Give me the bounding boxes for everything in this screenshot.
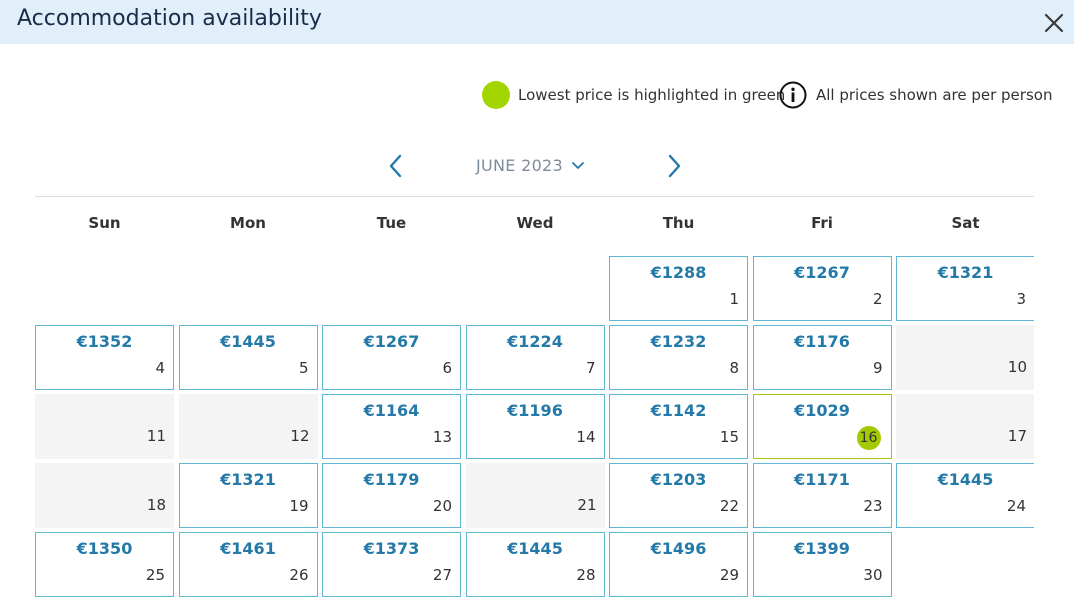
day-price: €1373 [363,539,420,558]
day-number: 7 [585,359,596,377]
close-button[interactable] [1042,11,1066,35]
day-number: 20 [432,497,452,515]
calendar-day-19[interactable]: €1321 19 [178,463,318,528]
day-price: €1196 [507,401,563,420]
calendar-day-24[interactable]: €1445 24 [896,463,1034,528]
calendar-day-4[interactable]: €1352 4 [35,325,174,390]
calendar-day-25[interactable]: €1350 25 [35,532,174,597]
day-price: €1288 [650,263,707,282]
day-number: 8 [729,359,739,377]
calendar-day-11: 11 [35,394,174,459]
calendar-day-29[interactable]: €1496 29 [609,532,748,597]
day-price: €1164 [363,401,420,420]
calendar-day-13[interactable]: €1164 13 [322,394,461,459]
day-number: 23 [863,497,883,515]
day-price: €1029 [794,401,850,420]
calendar-day-16[interactable]: €1029 16 [752,394,892,459]
day-number: 28 [576,566,596,584]
day-price: €1179 [363,470,420,489]
day-price: €1496 [650,539,707,558]
calendar-day-5[interactable]: €1445 5 [178,325,318,390]
day-price: €1267 [794,263,850,282]
calendar-day-15[interactable]: €1142 15 [609,394,748,459]
day-number: 15 [719,428,739,446]
day-number: 1 [729,290,739,308]
calendar-day-6[interactable]: €1267 6 [322,325,461,390]
day-number: 12 [290,427,310,445]
day-number: 9 [872,359,883,377]
day-price: €1445 [507,539,563,558]
calendar-day-10: 10 [896,325,1034,390]
day-price: €1321 [937,263,994,282]
close-icon [1044,13,1064,33]
calendar-day-22[interactable]: €1203 22 [609,463,748,528]
day-number: 5 [298,359,309,377]
day-number: 3 [1016,290,1026,308]
day-number: 27 [432,566,452,584]
calendar-day-26[interactable]: €1461 26 [178,532,318,597]
day-number: 6 [442,359,452,377]
day-price: €1352 [76,332,133,351]
day-price: €1461 [220,539,276,558]
day-number: 10 [1007,358,1027,376]
calendar-day-9[interactable]: €1176 9 [752,325,892,390]
calendar-day-28[interactable]: €1445 28 [465,532,605,597]
day-number: 24 [1006,497,1026,515]
calendar-day-21: 21 [465,463,605,528]
calendar-day-14[interactable]: €1196 14 [465,394,605,459]
day-number: 11 [146,427,166,445]
day-price: €1142 [650,401,707,420]
day-number: 16 [856,426,881,450]
day-number: 14 [576,428,596,446]
day-price: €1445 [220,332,276,351]
calendar-day-7[interactable]: €1224 7 [465,325,605,390]
day-number: 30 [863,566,883,584]
calendar-day-30[interactable]: €1399 30 [752,532,892,597]
calendar-day-20[interactable]: €1179 20 [322,463,461,528]
calendar-day-27[interactable]: €1373 27 [322,532,461,597]
day-number: 26 [289,566,309,584]
day-number: 25 [145,566,165,584]
day-number: 2 [872,290,883,308]
calendar-day-2[interactable]: €1267 2 [752,256,892,321]
day-price: €1171 [794,470,850,489]
day-number: 21 [577,496,597,514]
day-number: 13 [432,428,452,446]
day-number: 4 [155,359,165,377]
day-price: €1445 [937,470,994,489]
calendar-day-8[interactable]: €1232 8 [609,325,748,390]
day-number: 19 [289,497,309,515]
day-price: €1399 [794,539,850,558]
calendar-day-3[interactable]: €1321 3 [896,256,1034,321]
day-price: €1321 [220,470,276,489]
calendar-day-17: 17 [896,394,1034,459]
day-price: €1232 [650,332,707,351]
day-price: €1267 [363,332,420,351]
day-number: 18 [146,496,166,514]
calendar-grid: €1288 1 €1267 2 €1321 3 €1352 4 €1445 5 €1267 6 €122… [0,0,1034,607]
day-price: €1350 [76,539,133,558]
calendar-day-18: 18 [35,463,174,528]
day-number: 17 [1007,427,1027,445]
day-price: €1176 [794,332,850,351]
calendar-day-23[interactable]: €1171 23 [752,463,892,528]
calendar-day-1[interactable]: €1288 1 [609,256,748,321]
calendar-day-12: 12 [178,394,318,459]
day-price: €1224 [507,332,563,351]
day-number: 22 [719,497,739,515]
day-number: 29 [719,566,739,584]
day-price: €1203 [650,470,707,489]
